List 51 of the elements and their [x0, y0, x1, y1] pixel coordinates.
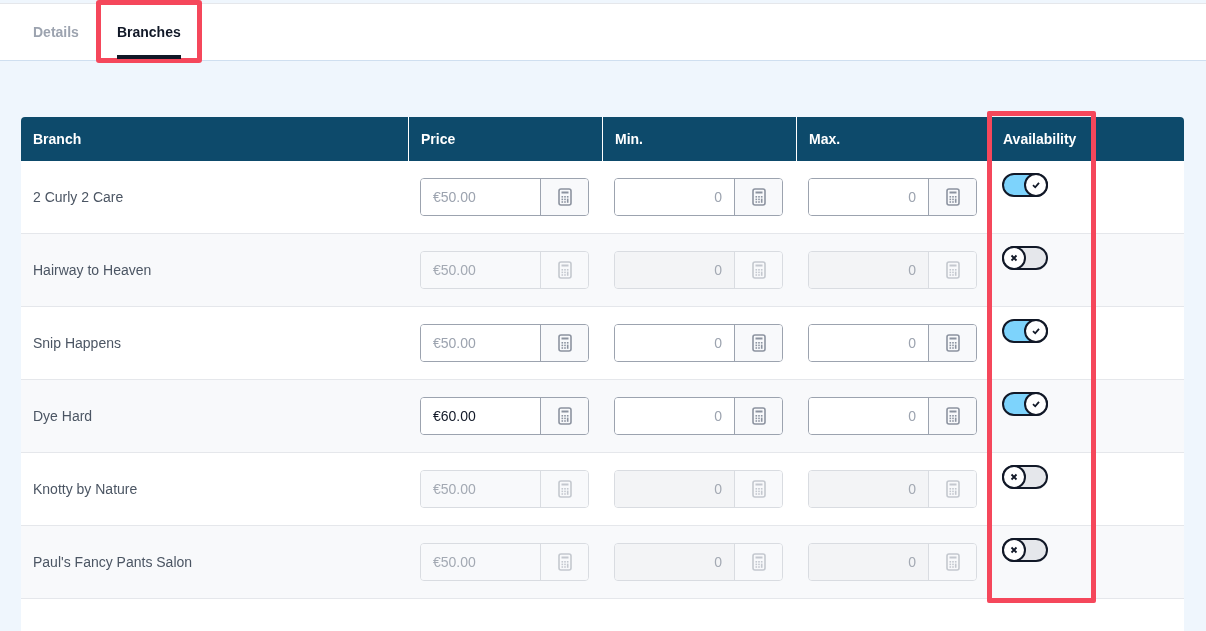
calculator-icon: [945, 480, 960, 498]
calculator-icon: [557, 553, 572, 571]
column-header: Max.: [809, 131, 841, 147]
price-field[interactable]: €60.00: [420, 397, 589, 435]
availability-toggle[interactable]: [1002, 392, 1048, 416]
branch-name: Knotty by Nature: [33, 481, 138, 497]
calculator-icon: [751, 261, 766, 279]
calculator-icon: [751, 334, 766, 352]
cross-icon: [1009, 253, 1019, 263]
price-field[interactable]: €50.00: [420, 178, 589, 216]
number-field[interactable]: 0: [614, 397, 783, 435]
number-field[interactable]: 0: [614, 324, 783, 362]
availability-toggle[interactable]: [1002, 538, 1048, 562]
calculator-icon: [945, 334, 960, 352]
check-icon: [1031, 180, 1041, 190]
calculator-icon: [945, 261, 960, 279]
branch-name: 2 Curly 2 Care: [33, 189, 124, 205]
number-field[interactable]: 0: [808, 397, 977, 435]
availability-toggle[interactable]: [1002, 246, 1048, 270]
branch-name: Snip Happens: [33, 335, 121, 351]
calculator-icon: [751, 407, 766, 425]
availability-toggle[interactable]: [1002, 319, 1048, 343]
calculator-icon: [557, 188, 572, 206]
cross-icon: [1009, 545, 1019, 555]
calculator-icon: [557, 334, 572, 352]
calculator-icon: [945, 407, 960, 425]
branch-name: Paul's Fancy Pants Salon: [33, 554, 193, 570]
availability-toggle[interactable]: [1002, 173, 1048, 197]
calculator-icon: [945, 553, 960, 571]
branch-name: Hairway to Heaven: [33, 262, 152, 278]
cross-icon: [1009, 472, 1019, 482]
availability-toggle[interactable]: [1002, 465, 1048, 489]
price-field[interactable]: €50.00: [420, 324, 589, 362]
branch-name: Dye Hard: [33, 408, 93, 424]
number-field[interactable]: 0: [808, 324, 977, 362]
column-header: Min.: [615, 131, 643, 147]
calculator-icon: [945, 188, 960, 206]
calculator-icon: [751, 188, 766, 206]
column-header: Availability: [1003, 131, 1077, 147]
number-field[interactable]: 0: [808, 178, 977, 216]
calculator-icon: [751, 553, 766, 571]
column-header: Branch: [33, 131, 82, 147]
calculator-icon: [557, 480, 572, 498]
calculator-icon: [557, 261, 572, 279]
calculator-icon: [557, 407, 572, 425]
tab[interactable]: Branches: [103, 5, 194, 59]
calculator-icon: [751, 480, 766, 498]
column-header: Price: [421, 131, 456, 147]
check-icon: [1031, 326, 1041, 336]
check-icon: [1031, 399, 1041, 409]
number-field[interactable]: 0: [614, 178, 783, 216]
